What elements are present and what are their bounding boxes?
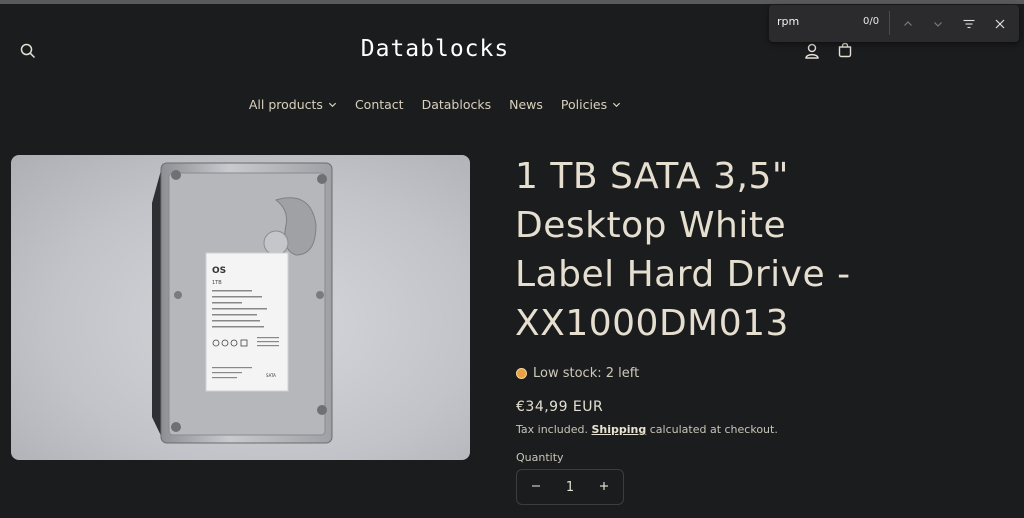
label-capacity: 1TB (212, 280, 222, 286)
product-title: 1 TB SATA 3,5" Desktop White Label Hard … (515, 156, 851, 344)
product-price: €34,99 EUR (516, 399, 604, 415)
nav-policies[interactable]: Policies (552, 97, 630, 112)
hard-drive-illustration: OS 1TB SATA (152, 162, 333, 444)
find-match-count: 0/0 (863, 16, 880, 27)
nav-label: News (509, 97, 543, 112)
quantity-input[interactable] (553, 478, 587, 496)
account-icon[interactable] (802, 41, 822, 61)
nav-datablocks[interactable]: Datablocks (413, 97, 501, 112)
tax-note: Tax included. Shipping calculated at che… (516, 423, 778, 436)
stock-indicator-icon (516, 368, 527, 379)
find-previous-button[interactable] (898, 14, 918, 34)
quantity-decrease-button[interactable] (527, 479, 545, 495)
nav-contact[interactable]: Contact (346, 97, 413, 112)
label-interface: SATA (266, 373, 276, 378)
nav-label: Contact (354, 97, 404, 112)
find-next-button[interactable] (928, 14, 948, 34)
shipping-link[interactable]: Shipping (591, 423, 646, 436)
chevron-down-icon (934, 22, 942, 27)
find-options-button[interactable] (959, 14, 979, 34)
find-close-button[interactable] (990, 14, 1010, 34)
close-icon (995, 19, 1005, 29)
filter-icon (963, 19, 975, 29)
tax-prefix: Tax included. (516, 423, 588, 436)
site-logo[interactable]: Datablocks (0, 36, 870, 62)
stock-text: Low stock: 2 left (533, 366, 640, 381)
plus-icon (600, 482, 608, 490)
nav-all-products[interactable]: All products (240, 97, 346, 112)
tax-suffix: calculated at checkout. (649, 423, 778, 436)
nav-label: All products (248, 97, 323, 112)
nav-label: Datablocks (421, 97, 492, 112)
find-input[interactable] (775, 14, 859, 29)
minus-icon (532, 485, 540, 487)
quantity-label: Quantity (516, 451, 564, 464)
find-divider (889, 11, 890, 35)
browser-top-edge (0, 0, 1024, 4)
product-image[interactable]: OS 1TB SATA (11, 155, 470, 460)
chevron-down-icon (613, 102, 621, 108)
nav-news[interactable]: News (500, 97, 552, 112)
cart-icon[interactable] (835, 40, 855, 60)
main-nav: All products Contact Datablocks News Pol… (0, 97, 870, 112)
chevron-down-icon (328, 102, 337, 108)
nav-label: Policies (560, 97, 608, 112)
quantity-increase-button[interactable] (595, 479, 613, 495)
find-bar: 0/0 (769, 5, 1019, 42)
stock-status: Low stock: 2 left (516, 366, 639, 381)
quantity-stepper (516, 469, 624, 505)
chevron-up-icon (904, 21, 912, 26)
label-brand: OS (212, 266, 226, 276)
